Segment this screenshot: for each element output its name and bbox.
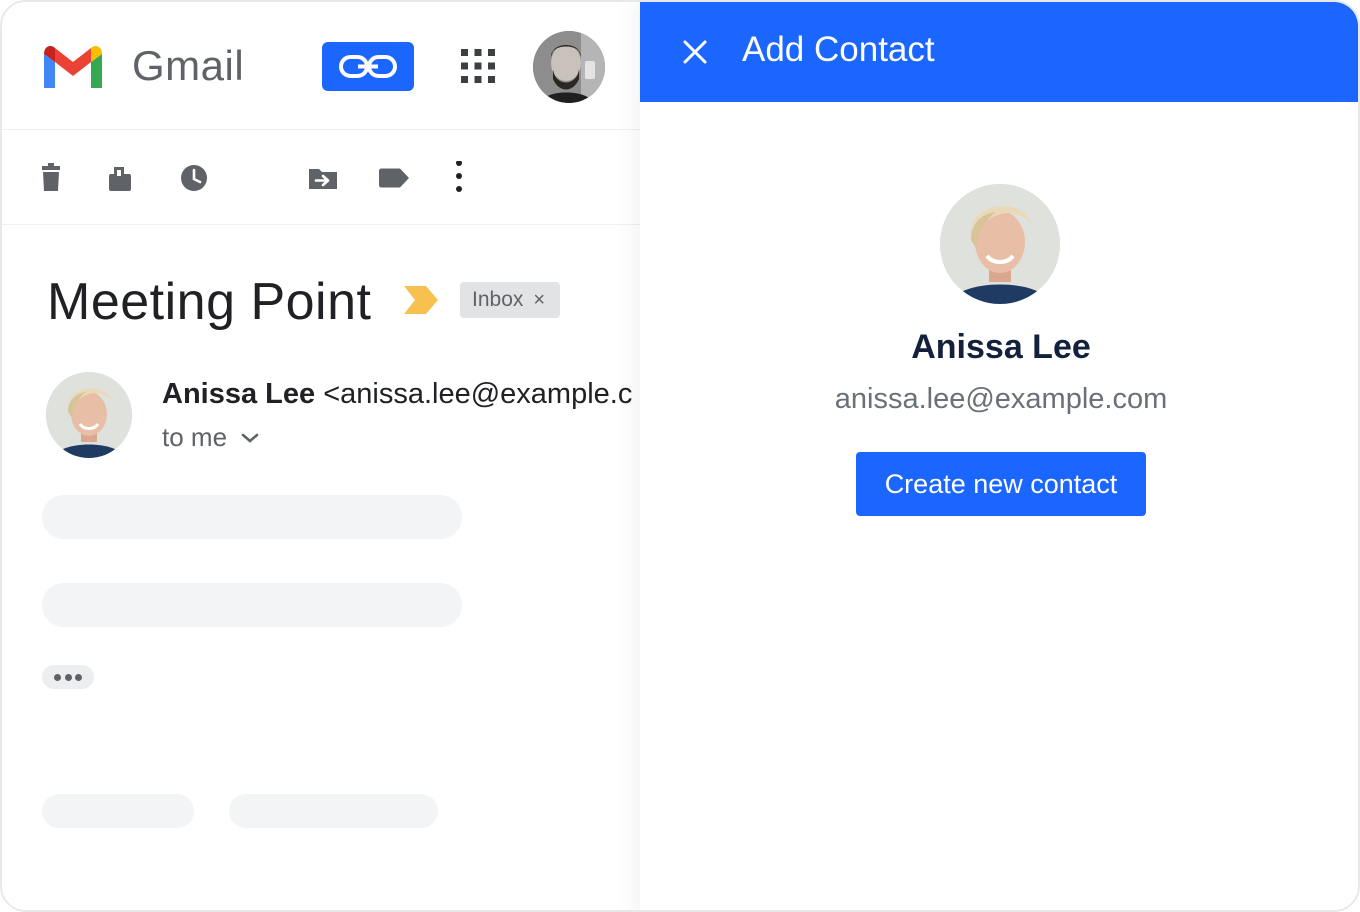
reply-button-placeholder [42,794,194,828]
body-placeholder-line [42,495,462,539]
inbox-label-text: Inbox [472,288,524,311]
recipient-details-toggle[interactable]: to me [162,422,259,453]
extension-button[interactable] [322,42,414,91]
archive-icon[interactable] [103,161,137,195]
label-icon[interactable] [377,161,411,195]
contact-name: Anissa Lee [911,328,1091,366]
add-contact-panel: Add Contact Anissa Lee anissa.lee@exampl… [640,2,1358,910]
sender-email: <anissa.lee@example.c [323,378,633,410]
importance-marker-icon[interactable] [404,286,438,319]
close-icon[interactable] [680,37,710,67]
remove-label-button[interactable]: × [533,289,545,312]
recipient-text: to me [162,422,228,452]
panel-header: Add Contact [640,2,1358,102]
show-trimmed-content-button[interactable] [42,665,94,689]
extension-chain-icon [339,55,397,78]
forward-button-placeholder [229,794,438,828]
apps-grid-icon[interactable] [460,48,496,84]
gmail-pane: Gmail Meeting Point Inbox × Anissa Lee <… [2,2,640,910]
sender-avatar[interactable] [46,372,132,458]
contact-avatar [940,184,1060,304]
gmail-logo-icon[interactable] [40,42,106,92]
sender-name[interactable]: Anissa Lee [162,378,315,410]
body-placeholder-line [42,583,462,627]
contact-email: anissa.lee@example.com [834,383,1168,415]
email-toolbar [2,131,640,225]
snooze-clock-icon[interactable] [177,161,211,195]
app-frame: Gmail Meeting Point Inbox × Anissa Lee <… [0,0,1360,912]
more-vertical-icon[interactable] [442,161,476,195]
email-subject: Meeting Point [47,273,372,331]
account-avatar[interactable] [533,31,605,103]
move-to-icon[interactable] [306,161,340,195]
inbox-label-chip: Inbox × [460,282,560,318]
chevron-down-icon [241,433,259,443]
panel-title: Add Contact [742,30,935,69]
gmail-header: Gmail [2,2,640,130]
gmail-brand: Gmail [132,42,245,89]
sender-line: Anissa Lee <anissa.lee@example.c [162,378,640,411]
trash-icon[interactable] [34,161,68,195]
create-new-contact-button[interactable]: Create new contact [856,452,1146,516]
